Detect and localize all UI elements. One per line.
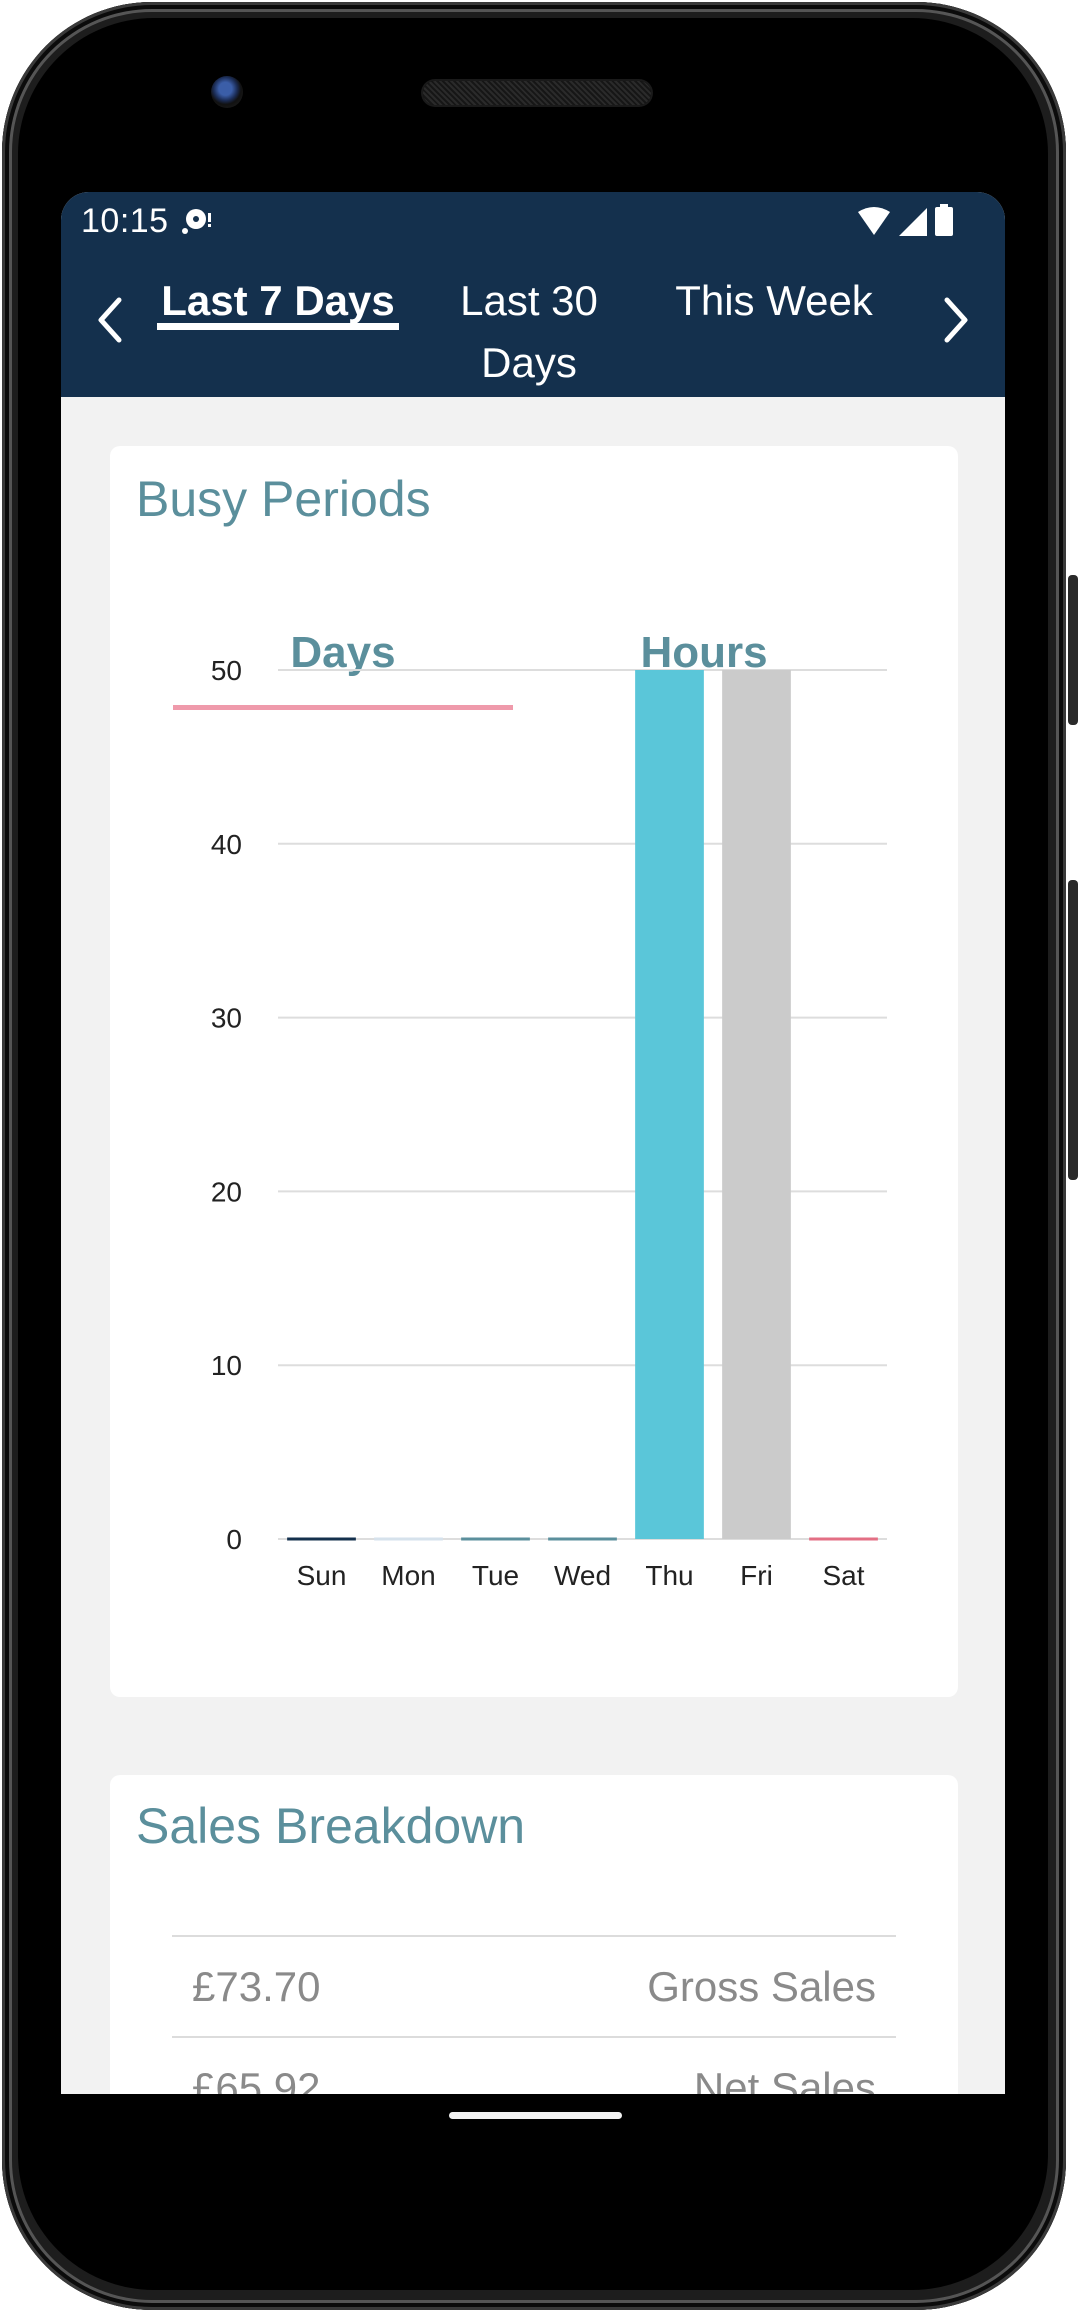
gridlines — [278, 669, 887, 1540]
bar-sat[interactable] — [809, 1537, 878, 1541]
sales-amount: £65.92 — [192, 2064, 321, 2094]
sales-label: Net Sales — [693, 2064, 876, 2094]
x-tick-label: Tue — [472, 1560, 519, 1591]
volume-button — [1068, 880, 1078, 1180]
x-tick-label: Sat — [822, 1560, 864, 1591]
home-indicator[interactable] — [449, 2112, 622, 2119]
wifi-icon — [858, 207, 890, 235]
y-tick-label: 0 — [226, 1524, 242, 1555]
bar-wed[interactable] — [548, 1537, 617, 1541]
bar-mon[interactable] — [374, 1537, 443, 1541]
busy-periods-chart: 0 10 20 30 40 50 Sun Mon Tue Wed Thu Fri Sat — [211, 655, 887, 1591]
y-tick-label: 20 — [211, 1176, 242, 1207]
sales-row-gross[interactable]: £73.70 Gross Sales — [172, 1935, 896, 2037]
navigation-bar — [61, 2094, 1005, 2154]
sales-breakdown-card: Sales Breakdown £73.70 Gross Sales £65.9… — [110, 1775, 958, 2094]
sales-label: Gross Sales — [647, 1963, 876, 2010]
chevron-left-icon[interactable] — [91, 292, 131, 348]
sales-amount: £73.70 — [192, 1963, 321, 2010]
bar-thu[interactable] — [635, 670, 704, 1539]
y-axis-ticks: 0 10 20 30 40 50 — [211, 655, 242, 1555]
x-axis-ticks: Sun Mon Tue Wed Thu Fri Sat — [297, 1560, 865, 1591]
x-tick-label: Wed — [554, 1560, 611, 1591]
bar-sun[interactable] — [287, 1537, 356, 1541]
x-tick-label: Sun — [297, 1560, 347, 1591]
app-screen: 10:15 Last 7 Days Last 30 Days This Week … — [61, 192, 1005, 2094]
front-camera-icon — [211, 76, 243, 108]
sales-breakdown-title: Sales Breakdown — [136, 1798, 526, 1854]
earpiece-speaker — [423, 81, 651, 105]
notification-icon — [182, 209, 211, 234]
battery-icon — [935, 204, 953, 236]
x-tick-label: Mon — [381, 1560, 435, 1591]
status-time: 10:15 — [81, 202, 169, 240]
bars — [287, 670, 878, 1541]
signal-icon — [899, 208, 927, 236]
app-header: 10:15 Last 7 Days Last 30 Days This Week — [61, 192, 1005, 397]
y-tick-label: 10 — [211, 1350, 242, 1381]
tab-this-week[interactable]: This Week — [661, 270, 887, 332]
bar-fri[interactable] — [722, 670, 791, 1539]
sales-row-net[interactable]: £65.92 Net Sales — [172, 2036, 896, 2094]
tab-last-30-days[interactable]: Last 30 Days — [431, 270, 627, 394]
y-tick-label: 50 — [211, 655, 242, 686]
y-tick-label: 40 — [211, 829, 242, 860]
active-tab-underline — [157, 323, 399, 330]
y-tick-label: 30 — [211, 1003, 242, 1034]
status-icons — [857, 204, 953, 236]
bar-tue[interactable] — [461, 1537, 530, 1541]
x-tick-label: Thu — [645, 1560, 693, 1591]
chevron-right-icon[interactable] — [935, 292, 975, 348]
busy-periods-card: Busy Periods Days Hours 0 10 20 30 40 50 Sun M… — [110, 446, 958, 1697]
x-tick-label: Fri — [740, 1560, 773, 1591]
power-button — [1068, 575, 1078, 725]
